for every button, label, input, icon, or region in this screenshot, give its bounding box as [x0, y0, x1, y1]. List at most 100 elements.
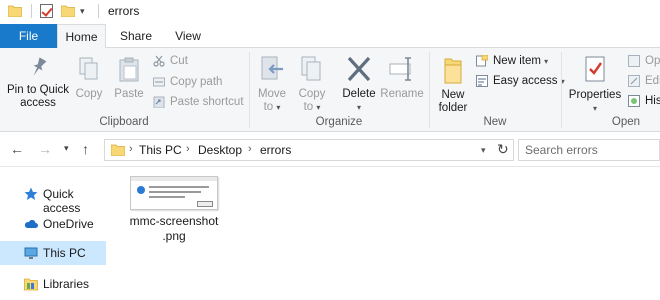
breadcrumb-separator-icon[interactable]: › — [248, 143, 252, 155]
title-bar: ▾ errors — [0, 0, 660, 24]
ribbon-home: Pin to Quick access Copy Paste Cut Copy … — [0, 48, 660, 132]
copy-label: Copy — [75, 88, 103, 100]
scissors-icon — [153, 55, 165, 67]
nav-item-quick-access[interactable]: Quick access — [0, 182, 106, 215]
new-folder-icon[interactable] — [61, 5, 75, 17]
rename-button[interactable]: Rename — [380, 54, 424, 101]
thumbnail-titlebar — [131, 177, 217, 181]
paste-icon — [119, 57, 139, 82]
paste-button[interactable]: Paste — [110, 54, 148, 101]
breadcrumb-errors[interactable]: errors — [260, 143, 291, 157]
thumbnail-text-line — [149, 196, 185, 198]
copy-to-label-line1: Copy — [298, 88, 326, 100]
properties-icon — [585, 56, 605, 82]
qat-separator — [31, 4, 32, 18]
tab-home[interactable]: Home — [57, 24, 106, 49]
delete-label: Delete — [342, 88, 376, 100]
move-to-label-line1: Move — [257, 88, 287, 100]
folder-icon — [111, 144, 125, 156]
nav-label: Quick access — [43, 187, 81, 215]
tab-file[interactable]: File — [0, 24, 57, 48]
properties-button[interactable]: Properties ▾ — [566, 54, 624, 115]
address-dropdown-icon[interactable]: ▾ — [481, 145, 486, 156]
copy-path-label: Copy path — [170, 76, 223, 88]
file-item[interactable]: mmc-screenshot .png — [128, 174, 220, 246]
thumbnail-text-line — [149, 186, 209, 188]
copy-to-button[interactable]: Copy to ▾ — [294, 54, 330, 114]
nav-item-libraries[interactable]: Libraries — [0, 272, 106, 296]
copy-button[interactable]: Copy — [72, 54, 106, 101]
nav-label: Libraries — [43, 277, 90, 291]
pin-to-quick-access-button[interactable]: Pin to Quick access — [4, 54, 72, 110]
copy-path-icon — [153, 77, 165, 87]
new-item-icon — [476, 55, 488, 67]
pin-label-line1: Pin to Quick — [7, 84, 69, 96]
qat-dropdown-icon[interactable]: ▾ — [80, 6, 85, 17]
forward-arrow-icon[interactable]: → — [38, 141, 52, 157]
cloud-icon — [24, 220, 38, 228]
nav-label: This PC — [43, 246, 86, 260]
group-label-open: Open — [611, 116, 641, 128]
pin-label-line2: access — [20, 97, 56, 109]
paste-shortcut-label: Paste shortcut — [170, 96, 244, 108]
refresh-icon[interactable]: ↻ — [497, 141, 509, 158]
window-title: errors — [108, 4, 140, 18]
paste-label: Paste — [114, 88, 144, 100]
new-folder-label-line1: New — [441, 89, 465, 101]
cut-label: Cut — [170, 55, 188, 67]
new-item-label: New item ▾ — [493, 55, 549, 67]
delete-x-icon — [347, 56, 371, 82]
tab-share[interactable]: Share — [112, 24, 160, 48]
new-folder-icon — [444, 58, 462, 84]
navigation-pane: Quick access OneDrive This PC Libraries — [0, 168, 108, 300]
easy-access-label: Easy access ▾ — [493, 75, 565, 87]
properties-check-icon[interactable] — [40, 4, 53, 18]
history-icon — [628, 95, 640, 107]
address-bar[interactable]: › This PC › Desktop › errors ▾ ↻ — [104, 139, 514, 161]
pin-icon — [33, 57, 47, 76]
file-name-line2: .png — [162, 229, 186, 243]
move-to-label-line2: to ▾ — [263, 101, 281, 113]
star-icon — [24, 187, 38, 200]
move-to-button[interactable]: Move to ▾ — [254, 54, 290, 114]
qat-separator — [98, 4, 99, 18]
edit-icon — [628, 75, 640, 87]
copy-to-label-line2: to ▾ — [303, 101, 321, 113]
address-toolbar: ← → ▾ ↑ › This PC › Desktop › errors ▾ ↻ — [0, 133, 660, 167]
nav-item-onedrive[interactable]: OneDrive — [0, 212, 106, 236]
nav-label: OneDrive — [43, 217, 94, 231]
recent-locations-chevron-icon[interactable]: ▾ — [64, 143, 69, 154]
image-thumbnail — [130, 176, 218, 210]
libraries-icon — [24, 278, 38, 291]
thumbnail-ok-button — [197, 201, 213, 207]
search-box[interactable] — [518, 139, 660, 161]
group-label-clipboard: Clipboard — [99, 116, 149, 128]
history-label: Hist — [645, 95, 660, 107]
copy-to-icon — [301, 56, 321, 81]
breadcrumb-separator-icon[interactable]: › — [186, 143, 190, 155]
thumbnail-info-icon — [137, 186, 145, 194]
folder-icon — [8, 5, 22, 17]
breadcrumb-separator-icon[interactable]: › — [129, 143, 133, 155]
properties-label: Properties — [568, 89, 622, 101]
group-label-new: New — [483, 116, 507, 128]
delete-button[interactable]: Delete ▾ — [338, 54, 380, 114]
breadcrumb-this-pc[interactable]: This PC — [139, 143, 182, 157]
up-arrow-icon[interactable]: ↑ — [82, 141, 89, 157]
rename-label: Rename — [380, 88, 424, 100]
search-input[interactable] — [525, 142, 655, 158]
file-name-line1: mmc-screenshot — [129, 214, 219, 228]
new-folder-button[interactable]: New folder — [434, 54, 472, 115]
back-arrow-icon[interactable]: ← — [10, 141, 24, 157]
computer-icon — [24, 247, 38, 259]
file-list: mmc-screenshot .png — [108, 168, 660, 300]
tab-view[interactable]: View — [164, 24, 212, 48]
edit-label: Edi — [645, 75, 660, 87]
delete-dropdown-icon[interactable]: ▾ — [338, 101, 380, 114]
copy-icon — [79, 57, 98, 80]
group-label-organize: Organize — [315, 116, 363, 128]
new-folder-label-line2: folder — [438, 102, 468, 114]
nav-item-this-pc[interactable]: This PC — [0, 241, 106, 265]
breadcrumb-desktop[interactable]: Desktop — [198, 143, 242, 157]
properties-dropdown-icon[interactable]: ▾ — [566, 102, 624, 115]
